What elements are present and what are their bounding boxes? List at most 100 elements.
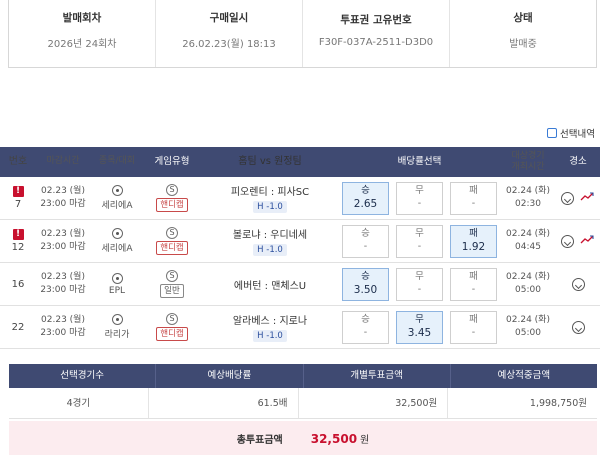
odds-button[interactable]: 패- xyxy=(450,181,497,215)
game-table: 번호 마감시간 종목/대회 게임유형 홈팀 vs 원정팀 배당률선택 대상경기 … xyxy=(0,147,600,349)
soccer-ball-icon xyxy=(111,228,123,239)
selection-checkbox-icon xyxy=(547,128,558,138)
info-column-heading: 투표권 고유번호 xyxy=(340,13,412,26)
total-unit: 원 xyxy=(360,434,370,446)
odds-button[interactable]: 무- xyxy=(396,181,443,215)
schedule-time: 05:00 xyxy=(515,285,541,295)
odds-label: 무 xyxy=(415,271,424,283)
odds-button[interactable]: 승- xyxy=(342,310,389,344)
deadline-date: 02.23 (월) xyxy=(41,185,85,196)
schedule-time: 05:00 xyxy=(515,328,541,338)
league-cell: 세리에A xyxy=(90,228,144,254)
soccer-ball-icon xyxy=(111,185,123,196)
header-schedule-line1: 대상경기 xyxy=(511,150,545,161)
total-bar: 총투표금액 32,500 원 xyxy=(9,421,597,455)
row-number: 12 xyxy=(11,242,25,253)
row-number-cell: ! 7 xyxy=(0,186,36,210)
deadline-cell: 02.23 (월) 23:00 마감 xyxy=(36,271,90,297)
location-pin-icon[interactable] xyxy=(560,234,574,248)
sport-s-icon: S xyxy=(166,270,178,282)
odds-label: 승 xyxy=(361,314,370,326)
header-cancel: 경소 xyxy=(569,156,587,168)
location-pin-icon[interactable] xyxy=(571,277,585,291)
header-odds: 배당률선택 xyxy=(397,156,442,168)
odds-button[interactable]: 승 2.65 xyxy=(342,181,389,215)
game-row: 22 02.23 (월) 23:00 마감 라리가 S 핸디캡 알라베스 : 지로나 H -1… xyxy=(0,306,600,349)
odds-button[interactable]: 승- xyxy=(342,224,389,258)
odds-group: 승 2.65 무 - 패 - xyxy=(340,181,500,215)
row-number-cell: ! 12 xyxy=(0,229,36,253)
game-table-header: 번호 마감시간 종목/대회 게임유형 홈팀 vs 원정팀 배당률선택 대상경기 … xyxy=(0,147,600,177)
odds-value: - xyxy=(417,241,422,252)
odds-value: - xyxy=(417,198,422,209)
warning-icon: ! xyxy=(12,186,24,197)
game-type-cell: S 핸디캡 xyxy=(144,313,200,341)
game-type-badge: 핸디캡 xyxy=(156,327,188,341)
teams-cell: 볼로냐 : 우디네세 H -1.0 xyxy=(200,226,340,256)
deadline-time: 23:00 마감 xyxy=(40,242,86,252)
sport-s-icon: S xyxy=(166,184,178,196)
odds-button[interactable]: 무- xyxy=(396,224,443,258)
odds-group: 승 - 무 3.45 패 - xyxy=(340,310,500,344)
trend-chart-icon[interactable] xyxy=(580,234,596,248)
odds-label: 무 xyxy=(415,228,424,240)
odds-button[interactable]: 무 3.45 xyxy=(396,310,443,344)
sport-s-icon: S xyxy=(166,227,178,239)
deadline-date: 02.23 (월) xyxy=(41,271,85,282)
match-teams: 에버턴 : 맨체스U xyxy=(233,280,307,292)
selection-legend: 선택내역 xyxy=(547,126,595,140)
summary-games: 4경기 xyxy=(66,398,91,409)
summary-header-payout: 예상적중금액 xyxy=(449,364,597,388)
info-column: 투표권 고유번호 F30F-037A-2511-D3D0 xyxy=(302,0,449,67)
odds-button[interactable]: 무- xyxy=(396,267,443,301)
game-row: ! 12 02.23 (월) 23:00 마감 세리에A S 핸디캡 볼로냐 : 우디네세 H … xyxy=(0,220,600,263)
summary-row: 4경기 61.5배 32,500원 1,998,750원 xyxy=(9,388,597,419)
odds-button[interactable]: 패 1.92 xyxy=(450,224,497,258)
summary-header-games: 선택경기수 xyxy=(60,370,104,381)
row-number: 16 xyxy=(11,278,25,290)
summary-header: 선택경기수 예상배당률 개별투표금액 예상적중금액 xyxy=(9,364,597,388)
info-column-value: 26.02.23(월) 18:13 xyxy=(182,38,276,50)
deadline-cell: 02.23 (월) 23:00 마감 xyxy=(36,228,90,254)
location-pin-icon[interactable] xyxy=(560,191,574,205)
odds-label: 패 xyxy=(469,314,478,326)
warning-icon: ! xyxy=(12,229,24,240)
odds-label: 승 xyxy=(361,184,370,196)
info-column-heading: 구매일시 xyxy=(209,11,249,24)
info-column-heading: 발매회차 xyxy=(62,11,102,24)
game-type-badge: 일반 xyxy=(160,284,184,298)
action-cell xyxy=(556,320,600,334)
row-number: 22 xyxy=(11,321,25,333)
header-schedule-line2: 개최시간 xyxy=(511,162,545,172)
schedule-cell: 02.24 (화) 05:00 xyxy=(500,314,556,340)
trend-chart-icon[interactable] xyxy=(580,191,596,205)
odds-button[interactable]: 패- xyxy=(450,310,497,344)
schedule-time: 04:45 xyxy=(515,242,541,252)
summary-header-stake: 개별투표금액 xyxy=(302,364,450,388)
game-rows: ! 7 02.23 (월) 23:00 마감 세리에A S 핸디캡 피오렌티 : 피사SC H … xyxy=(0,177,600,349)
odds-value: 1.92 xyxy=(461,241,486,254)
game-type-cell: S 핸디캡 xyxy=(144,184,200,212)
header-type: 게임유형 xyxy=(154,156,190,168)
schedule-date: 02.24 (화) xyxy=(506,314,550,325)
league-cell: EPL xyxy=(90,272,144,296)
handicap-badge: H -1.0 xyxy=(253,244,287,256)
info-column-value: 발매중 xyxy=(509,38,537,50)
league-name: 라리가 xyxy=(104,330,130,340)
odds-value: - xyxy=(417,284,422,295)
odds-button[interactable]: 승 3.50 xyxy=(342,267,389,301)
teams-cell: 알라베스 : 지로나 H -1.0 xyxy=(200,312,340,342)
handicap-badge: H -1.0 xyxy=(253,201,287,213)
odds-label: 무 xyxy=(415,313,424,325)
ticket-info-panel: 발매회차 2026년 24회차 구매일시 26.02.23(월) 18:13 투표권 고… xyxy=(8,0,597,68)
odds-button[interactable]: 패- xyxy=(450,267,497,301)
match-teams: 알라베스 : 지로나 xyxy=(232,316,308,327)
location-pin-icon[interactable] xyxy=(571,320,585,334)
info-column: 발매회차 2026년 24회차 xyxy=(9,0,155,67)
league-cell: 라리가 xyxy=(90,314,144,340)
schedule-date: 02.24 (화) xyxy=(506,271,550,282)
summary-odds: 61.5배 xyxy=(147,388,298,418)
odds-label: 승 xyxy=(361,270,370,282)
odds-group: 승 3.50 무 - 패 - xyxy=(340,267,500,301)
odds-label: 승 xyxy=(361,228,370,240)
